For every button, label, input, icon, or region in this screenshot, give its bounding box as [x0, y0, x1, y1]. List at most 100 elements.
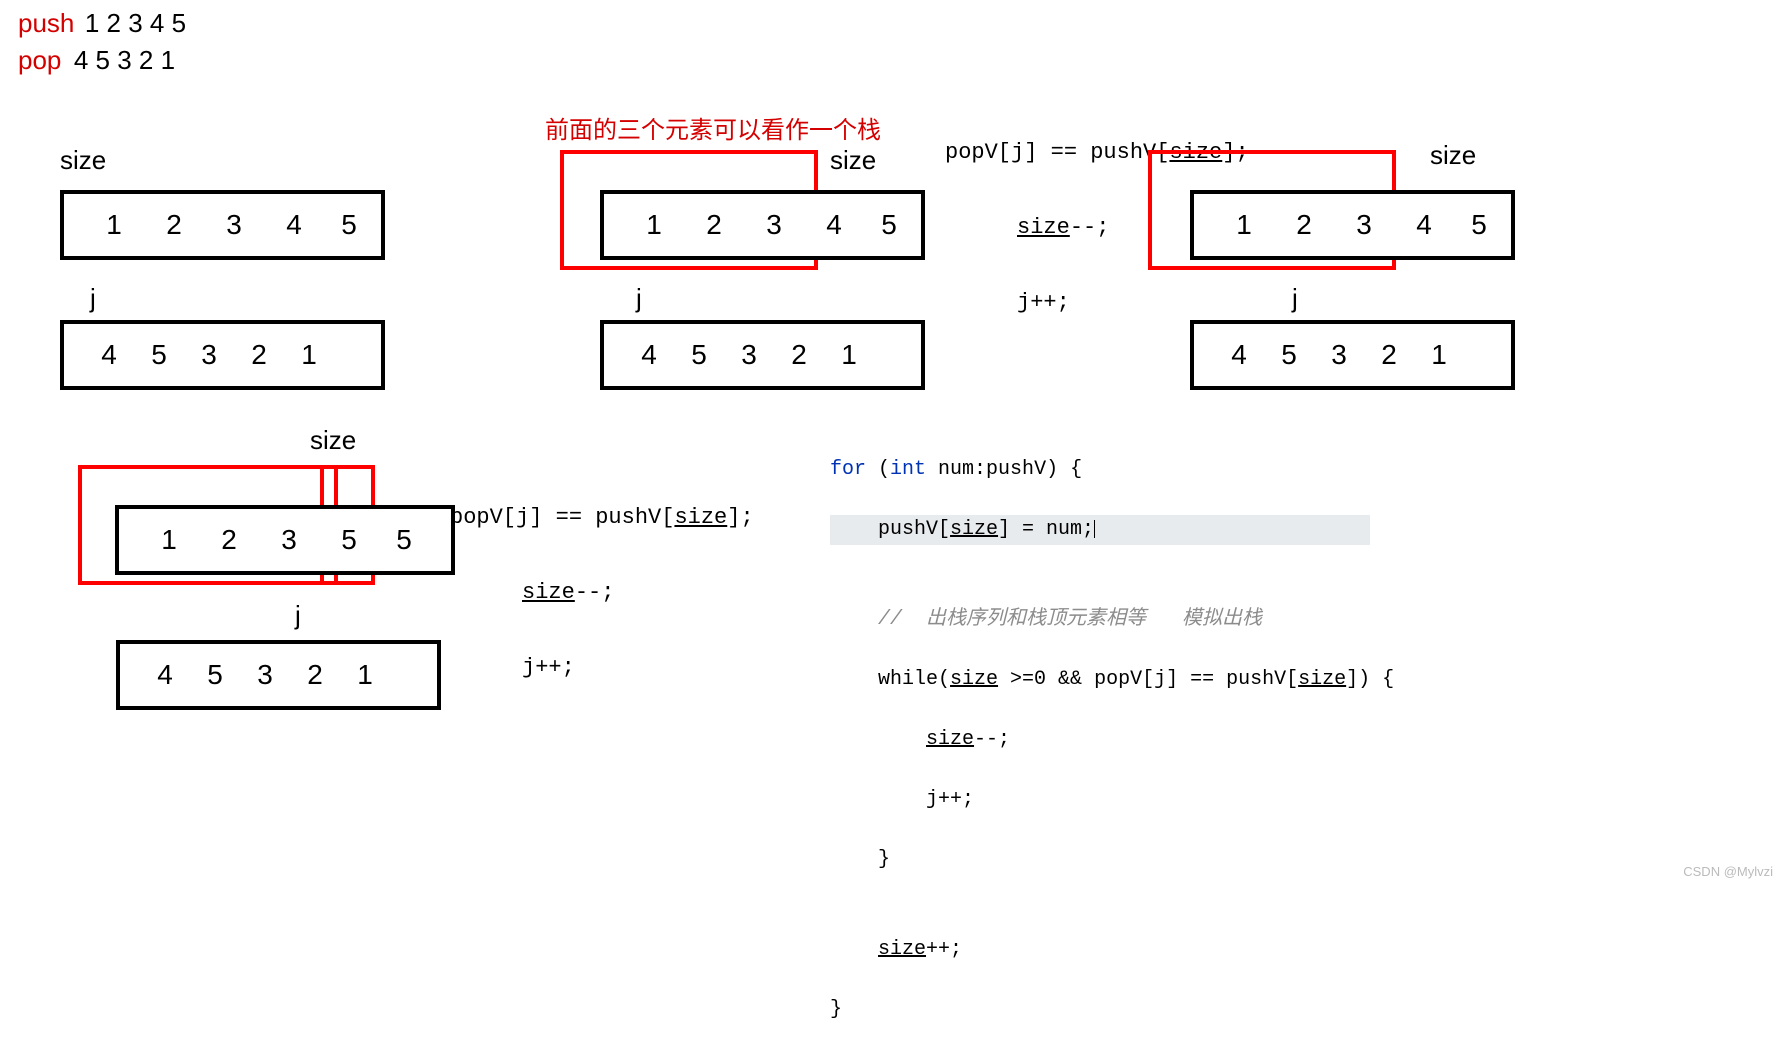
cell: 3 — [184, 339, 234, 371]
cell: 1 — [139, 524, 199, 556]
txt-u: size — [674, 505, 727, 530]
cell: 4 — [84, 339, 134, 371]
push-array-box: 1 2 3 4 5 — [600, 190, 925, 260]
cell: 1 — [824, 339, 874, 371]
cell: 4 — [1394, 209, 1454, 241]
cell: 1 — [1414, 339, 1464, 371]
txt-u: size — [950, 668, 998, 691]
code-line: for (int num:pushV) { — [830, 455, 1370, 485]
cell: 3 — [1314, 339, 1364, 371]
txt-u: size — [878, 938, 926, 961]
kw: for — [830, 458, 878, 481]
cell: 2 — [144, 209, 204, 241]
j-label: j — [636, 283, 642, 314]
cell: 1 — [1214, 209, 1274, 241]
pop-sequence: 4 5 3 2 1 — [74, 45, 175, 75]
j-label: j — [1292, 283, 1298, 314]
snippet-line: size--; — [522, 580, 754, 605]
cell: 3 — [744, 209, 804, 241]
cell: 5 — [1454, 209, 1504, 241]
snippet-line: j++; — [522, 655, 754, 680]
txt: num:pushV) { — [938, 458, 1082, 481]
cell: 2 — [774, 339, 824, 371]
txt: --; — [1070, 215, 1110, 240]
txt: ]) { — [1346, 668, 1394, 691]
txt-u: size — [926, 728, 974, 751]
size-label: size — [60, 145, 106, 176]
kw: int — [890, 458, 938, 481]
push-array-box: 1 2 3 4 5 — [1190, 190, 1515, 260]
cell: 4 — [1214, 339, 1264, 371]
cell: 4 — [624, 339, 674, 371]
header-block: push 1 2 3 4 5 pop 4 5 3 2 1 — [18, 8, 186, 76]
txt: --; — [974, 728, 1010, 751]
cell: 5 — [190, 659, 240, 691]
code-line-highlighted: pushV[size] = num; — [830, 515, 1370, 545]
pop-array-box: 4 5 3 2 1 — [60, 320, 385, 390]
push-array-box: 1 2 3 4 5 — [60, 190, 385, 260]
size-label: size — [310, 425, 356, 456]
code-line: while(size >=0 && popV[j] == pushV[size]… — [830, 665, 1370, 695]
text-cursor-icon — [1094, 520, 1095, 538]
cell: 5 — [324, 209, 374, 241]
txt: ++; — [926, 938, 962, 961]
cell: 5 — [1264, 339, 1314, 371]
cell: 3 — [204, 209, 264, 241]
cell: 2 — [1364, 339, 1414, 371]
code-block: for (int num:pushV) { pushV[size] = num;… — [830, 425, 1370, 1055]
code-line: } — [830, 845, 1370, 875]
cell: 4 — [264, 209, 324, 241]
cell: 5 — [674, 339, 724, 371]
txt: ]; — [727, 505, 753, 530]
cell: 3 — [240, 659, 290, 691]
push-row: push 1 2 3 4 5 — [18, 8, 186, 39]
txt-u: size — [522, 580, 575, 605]
cell: 5 — [864, 209, 914, 241]
annotation-text: 前面的三个元素可以看作一个栈 — [545, 110, 881, 145]
code-line: size++; — [830, 935, 1370, 965]
cell: 3 — [259, 524, 319, 556]
cell: 3 — [1334, 209, 1394, 241]
txt-u: size — [950, 518, 998, 541]
push-sequence: 1 2 3 4 5 — [85, 8, 186, 38]
watermark-text: CSDN @Mylvzi — [1683, 864, 1773, 879]
txt: --; — [575, 580, 615, 605]
cell: 1 — [84, 209, 144, 241]
pop-array-box: 4 5 3 2 1 — [1190, 320, 1515, 390]
pop-array-box: 4 5 3 2 1 — [116, 640, 441, 710]
cell: 2 — [684, 209, 744, 241]
txt-u: size — [1169, 140, 1222, 165]
cell: 5 — [379, 524, 429, 556]
cell: 3 — [724, 339, 774, 371]
code-comment: // 出栈序列和栈顶元素相等 模拟出栈 — [830, 605, 1370, 635]
push-array-box: 1 2 3 5 5 — [115, 505, 455, 575]
txt: while( — [830, 668, 950, 691]
cell: 2 — [234, 339, 284, 371]
txt — [830, 938, 878, 961]
cell: 1 — [624, 209, 684, 241]
code-line: j++; — [830, 785, 1370, 815]
txt: pushV[ — [830, 518, 950, 541]
txt: ] = num; — [998, 518, 1094, 541]
cell: 2 — [290, 659, 340, 691]
txt-u: size — [1017, 215, 1070, 240]
size-label: size — [830, 145, 876, 176]
txt — [830, 728, 926, 751]
snippet-line: j++; — [1017, 290, 1249, 315]
txt: ( — [878, 458, 890, 481]
pop-label: pop — [18, 45, 61, 75]
cell: 5 — [319, 524, 379, 556]
snippet-line: popV[j] == pushV[size]; — [450, 505, 754, 530]
code-snippet-bottom: popV[j] == pushV[size]; size--; j++; — [450, 455, 754, 705]
cell: 2 — [199, 524, 259, 556]
size-label: size — [1430, 140, 1476, 171]
code-line: size--; — [830, 725, 1370, 755]
j-label: j — [295, 600, 301, 631]
cell: 4 — [140, 659, 190, 691]
txt: popV[j] == pushV[ — [450, 505, 674, 530]
cell: 4 — [804, 209, 864, 241]
pop-row: pop 4 5 3 2 1 — [18, 45, 186, 76]
txt-u: size — [1298, 668, 1346, 691]
push-label: push — [18, 8, 74, 38]
txt: ]; — [1222, 140, 1248, 165]
